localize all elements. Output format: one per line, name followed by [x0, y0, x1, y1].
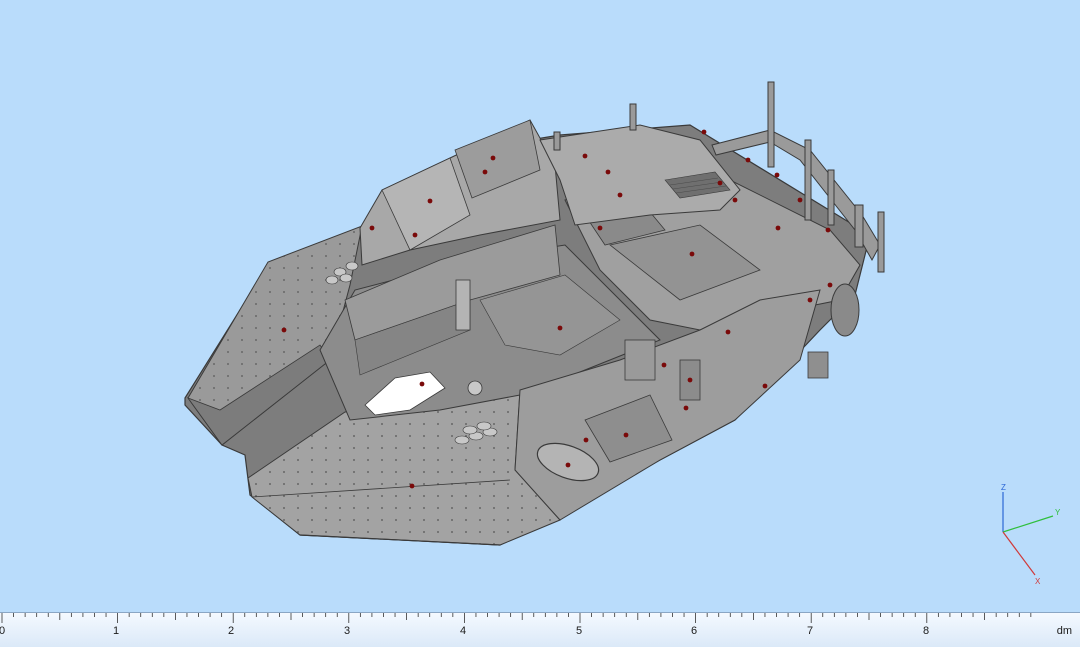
- z-axis-label: Z: [1001, 483, 1006, 492]
- point-marker[interactable]: [825, 227, 831, 233]
- 3d-model[interactable]: [0, 0, 1080, 612]
- point-marker[interactable]: [745, 157, 751, 163]
- point-marker[interactable]: [597, 225, 603, 231]
- point-marker[interactable]: [557, 325, 563, 331]
- y-axis-label: Y: [1055, 508, 1061, 517]
- ruler-label-3: 3: [343, 625, 351, 637]
- point-marker[interactable]: [617, 192, 623, 198]
- ruler-label-5: 5: [575, 625, 583, 637]
- ruler-label-2: 2: [227, 625, 235, 637]
- point-marker[interactable]: [623, 432, 629, 438]
- point-marker[interactable]: [482, 169, 488, 175]
- 3d-viewport[interactable]: Z Y X: [0, 0, 1080, 612]
- point-marker[interactable]: [369, 225, 375, 231]
- point-marker[interactable]: [717, 180, 723, 186]
- point-marker[interactable]: [774, 172, 780, 178]
- point-marker[interactable]: [661, 362, 667, 368]
- ruler-label-1: 1: [112, 625, 120, 637]
- point-marker[interactable]: [583, 437, 589, 443]
- point-marker[interactable]: [797, 197, 803, 203]
- ruler-label-4: 4: [459, 625, 467, 637]
- y-axis: [1002, 515, 1054, 533]
- point-marker[interactable]: [687, 377, 693, 383]
- point-marker[interactable]: [582, 153, 588, 159]
- point-marker[interactable]: [775, 225, 781, 231]
- point-marker[interactable]: [807, 297, 813, 303]
- point-marker[interactable]: [701, 129, 707, 135]
- ruler-label-7: 7: [806, 625, 814, 637]
- point-marker[interactable]: [732, 197, 738, 203]
- point-marker[interactable]: [412, 232, 418, 238]
- ruler-ticks: [1, 613, 1032, 623]
- point-marker[interactable]: [683, 405, 689, 411]
- x-axis: [1002, 531, 1036, 576]
- x-axis-label: X: [1035, 577, 1041, 586]
- point-marker[interactable]: [409, 483, 415, 489]
- ruler-unit-label: dm: [1056, 625, 1072, 637]
- axis-triad: Z Y X: [1001, 483, 1061, 586]
- point-marker[interactable]: [427, 198, 433, 204]
- point-marker[interactable]: [490, 155, 496, 161]
- point-marker[interactable]: [605, 169, 611, 175]
- point-marker[interactable]: [565, 462, 571, 468]
- point-marker[interactable]: [419, 381, 425, 387]
- point-marker[interactable]: [762, 383, 768, 389]
- point-marker[interactable]: [281, 327, 287, 333]
- ruler-label-0: 0: [0, 625, 6, 637]
- ruler-label-6: 6: [690, 625, 698, 637]
- scale-ruler: 0 1 2 3 4 5 6 7 8 dm: [0, 612, 1080, 647]
- ruler-label-8: 8: [922, 625, 930, 637]
- point-marker[interactable]: [827, 282, 833, 288]
- point-marker[interactable]: [725, 329, 731, 335]
- point-marker[interactable]: [689, 251, 695, 257]
